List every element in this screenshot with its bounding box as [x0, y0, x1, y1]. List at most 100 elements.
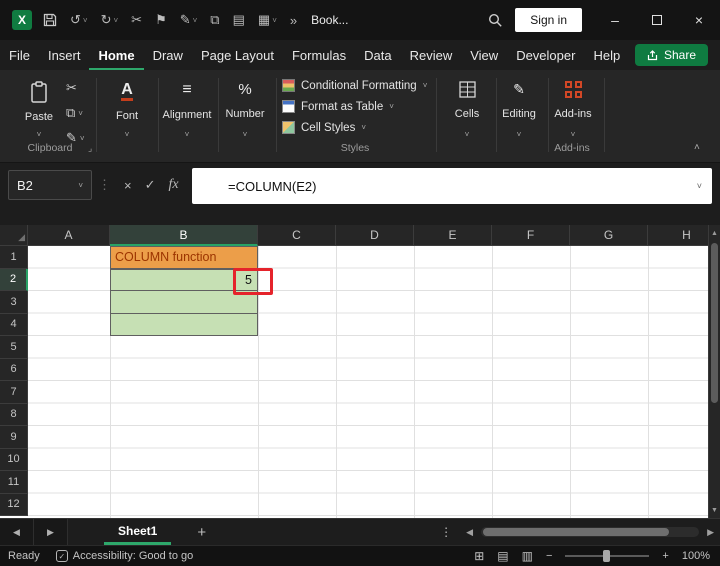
tab-draw[interactable]: Draw — [144, 40, 192, 70]
zoom-slider-thumb[interactable] — [603, 550, 611, 562]
redo-icon[interactable]: ↻ ˅ — [101, 12, 119, 28]
tab-review[interactable]: Review — [401, 40, 462, 70]
row-header-7[interactable]: 7 — [0, 381, 28, 404]
row-header-2[interactable]: 2 — [0, 268, 28, 291]
cut-icon[interactable]: ✂ — [131, 12, 142, 28]
enter-icon[interactable]: ✓ — [145, 177, 156, 193]
maximize-button[interactable] — [636, 0, 678, 40]
scroll-left-icon[interactable]: ◀ — [466, 527, 473, 538]
tab-page-layout[interactable]: Page Layout — [192, 40, 283, 70]
accessibility-status[interactable]: ✓ Accessibility: Good to go — [55, 550, 193, 562]
share-button[interactable]: Share — [634, 44, 708, 66]
tab-developer[interactable]: Developer — [507, 40, 584, 70]
zoom-level[interactable]: 100% — [682, 550, 710, 562]
column-header-c[interactable]: C — [258, 225, 336, 246]
cells-area[interactable]: COLUMN function 5 — [28, 246, 708, 518]
row-header-3[interactable]: 3 — [0, 291, 28, 314]
row-header-12[interactable]: 12 — [0, 493, 28, 516]
new-sheet-button[interactable]: + — [197, 524, 206, 541]
expand-formula-bar-icon[interactable]: ˅ — [697, 181, 702, 191]
zoom-slider[interactable] — [565, 550, 650, 562]
search-icon[interactable] — [488, 13, 503, 28]
sheet-options-icon[interactable]: ⋮ — [440, 525, 452, 539]
pen-glyph: ✎ — [179, 12, 191, 27]
column-header-g[interactable]: G — [570, 225, 648, 246]
normal-view-icon[interactable]: ⊞ — [474, 549, 484, 563]
column-header-d[interactable]: D — [336, 225, 414, 246]
minimize-button[interactable]: – — [594, 0, 636, 40]
sign-in-button[interactable]: Sign in — [515, 8, 582, 32]
undo-icon[interactable]: ↺ ˅ — [70, 12, 88, 28]
row-header-1[interactable]: 1 — [0, 246, 28, 269]
previous-sheet-icon[interactable]: ◀ — [0, 519, 34, 545]
column-header-e[interactable]: E — [414, 225, 492, 246]
scroll-down-icon[interactable]: ▼ — [709, 502, 720, 518]
next-sheet-icon[interactable]: ▶ — [34, 519, 68, 545]
tab-data[interactable]: Data — [355, 40, 400, 70]
number-button[interactable]: % Number ˅ — [218, 77, 272, 143]
cancel-icon[interactable]: × — [124, 178, 132, 193]
scroll-right-icon[interactable]: ▶ — [707, 527, 714, 538]
cell-styles-button[interactable]: Cell Styles ˅ — [282, 121, 427, 134]
vertical-scrollbar-thumb[interactable] — [711, 243, 718, 403]
column-header-f[interactable]: F — [492, 225, 570, 246]
vertical-scrollbar[interactable]: ▲ ▼ — [708, 225, 720, 518]
draw-icon[interactable]: ✎ ˅ — [180, 12, 198, 28]
scroll-up-icon[interactable]: ▲ — [709, 225, 720, 241]
alignment-button[interactable]: ≡ Alignment ˅ — [160, 77, 214, 143]
column-header-b[interactable]: B — [110, 225, 258, 246]
table-icon[interactable]: ▦ ˅ — [258, 12, 277, 28]
copy-button[interactable]: ⧉ ˅ — [66, 105, 85, 121]
row-header-6[interactable]: 6 — [0, 358, 28, 381]
row-header-8[interactable]: 8 — [0, 403, 28, 426]
cells-button[interactable]: Cells ˅ — [440, 77, 494, 143]
cell-styles-label: Cell Styles — [301, 121, 356, 134]
add-ins-button[interactable]: Add-ins ˅ — [546, 77, 600, 143]
tab-help[interactable]: Help — [584, 40, 629, 70]
close-button[interactable]: × — [678, 0, 720, 40]
collapse-ribbon-icon[interactable]: ˄ — [694, 142, 700, 153]
format-as-table-button[interactable]: Format as Table ˅ — [282, 100, 427, 113]
horizontal-scrollbar-thumb[interactable] — [483, 528, 670, 536]
row-header-11[interactable]: 11 — [0, 471, 28, 494]
column-header-a[interactable]: A — [28, 225, 110, 246]
cut-button[interactable]: ✂ — [66, 80, 85, 96]
tab-view[interactable]: View — [461, 40, 507, 70]
insert-function-icon[interactable]: fx — [169, 177, 179, 193]
save-icon[interactable] — [43, 13, 57, 27]
page-break-view-icon[interactable]: ▥ — [522, 549, 533, 563]
zoom-in-button[interactable]: + — [662, 550, 668, 562]
zoom-out-button[interactable]: − — [546, 550, 552, 562]
tab-formulas[interactable]: Formulas — [283, 40, 355, 70]
red-highlight-annotation — [233, 268, 273, 295]
flag-icon[interactable]: ⚑ — [155, 12, 167, 28]
drag-handle-icon[interactable]: ⋮ — [98, 177, 111, 193]
excel-logo-icon: X — [12, 10, 32, 30]
page-layout-view-icon[interactable]: ▤ — [497, 549, 508, 563]
editing-button[interactable]: ✎ Editing ˅ — [492, 77, 546, 143]
tab-insert[interactable]: Insert — [39, 40, 90, 70]
chevron-down-icon: ˅ — [242, 130, 248, 139]
sheet-tab-sheet1[interactable]: Sheet1 — [104, 519, 172, 545]
tab-file[interactable]: File — [0, 40, 39, 70]
horizontal-scrollbar-track[interactable] — [481, 527, 700, 537]
cell-b4[interactable] — [110, 313, 258, 336]
tab-home[interactable]: Home — [89, 40, 144, 70]
cells-icon — [458, 81, 476, 98]
cell-b1[interactable]: COLUMN function — [110, 246, 258, 269]
column-header-h[interactable]: H — [648, 225, 708, 246]
chart-icon[interactable]: ▤ — [233, 12, 245, 28]
copy-icon[interactable]: ⧉ — [210, 12, 219, 28]
formula-input[interactable]: =COLUMN(E2) ˅ — [192, 168, 712, 204]
row-header-9[interactable]: 9 — [0, 426, 28, 449]
row-header-4[interactable]: 4 — [0, 313, 28, 336]
row-header-5[interactable]: 5 — [0, 336, 28, 359]
font-button[interactable]: A Font ˅ — [100, 77, 154, 143]
row-header-10[interactable]: 10 — [0, 448, 28, 471]
name-box[interactable]: B2 ˅ — [8, 170, 92, 200]
select-all-corner[interactable]: ◢ — [0, 225, 28, 246]
conditional-formatting-button[interactable]: Conditional Formatting ˅ — [282, 79, 427, 92]
dialog-launcher-icon[interactable]: ⌟ — [88, 143, 92, 154]
toolbar-overflow-icon[interactable]: » — [290, 13, 297, 28]
paste-button[interactable]: Paste ˅ — [16, 77, 62, 143]
